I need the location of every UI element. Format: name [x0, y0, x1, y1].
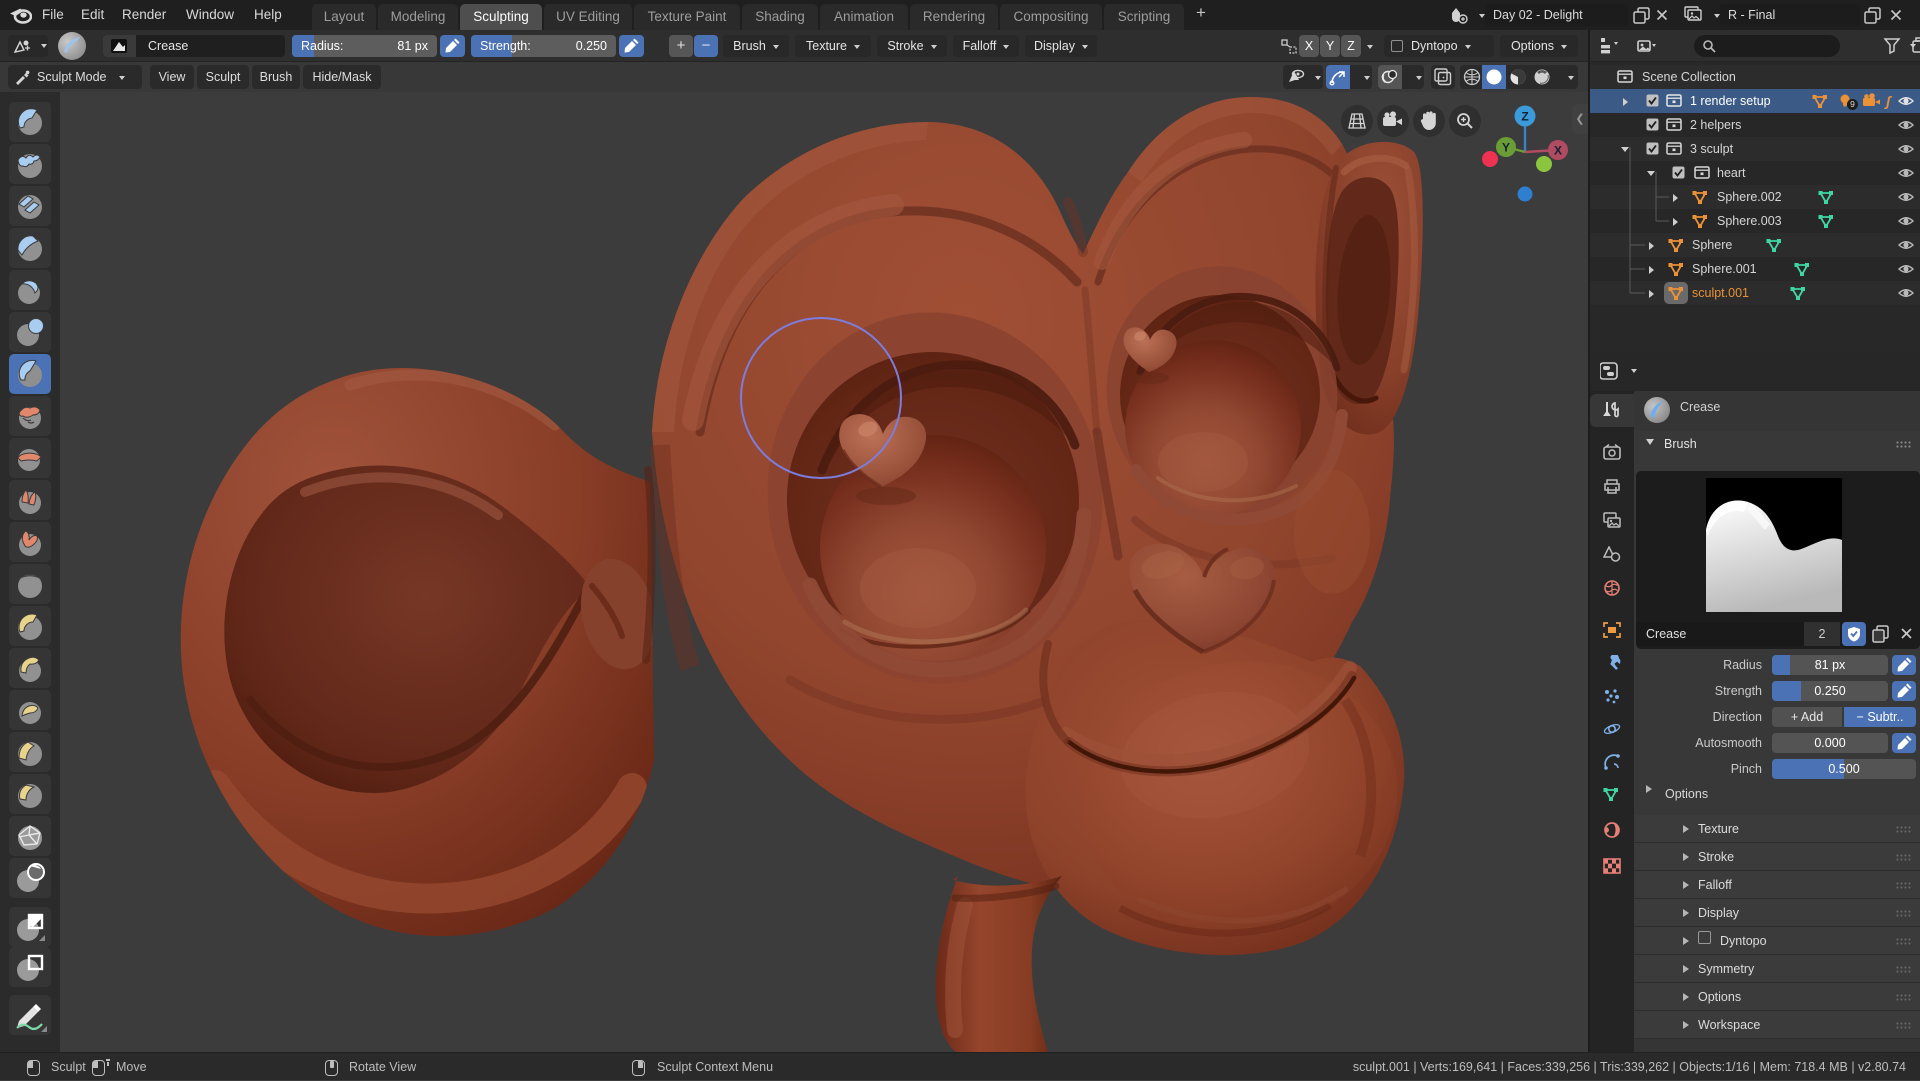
svg-text:Y: Y [1502, 141, 1510, 155]
svg-text:Z: Z [1521, 110, 1528, 124]
svg-text:X: X [1554, 144, 1562, 158]
